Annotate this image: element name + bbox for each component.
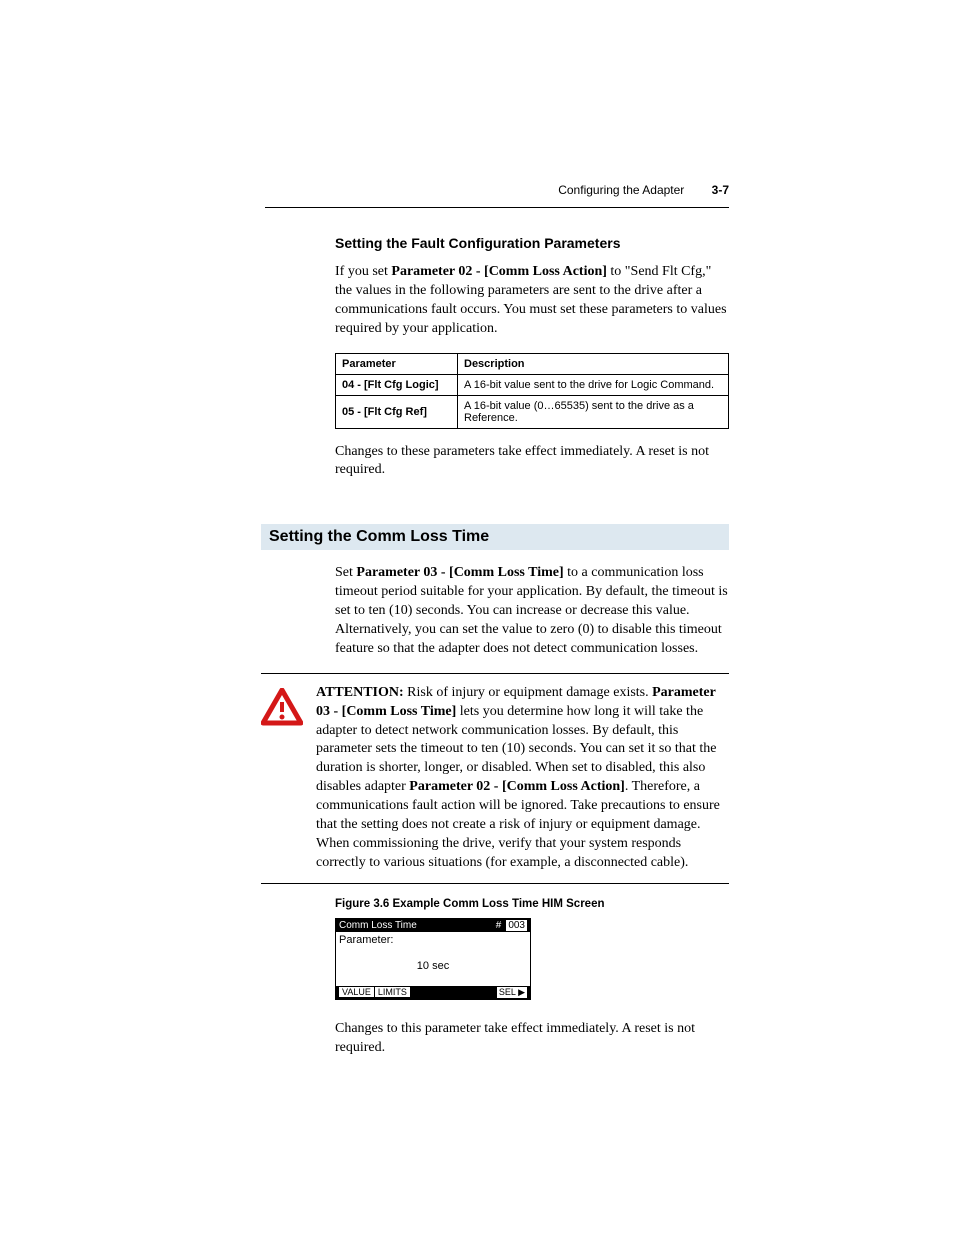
attention-block: ATTENTION: Risk of injury or equipment d… [261,673,729,884]
him-title-bar: Comm Loss Time # 003 [336,919,530,932]
table-header-description: Description [458,353,729,374]
paragraph: Changes to this parameter take effect im… [335,1020,729,1058]
warning-icon [261,684,316,873]
page-number: 3-7 [712,183,729,197]
subsection-heading-fault-cfg: Setting the Fault Configuration Paramete… [335,235,729,251]
him-softkey-value: VALUE [339,987,374,997]
parameter-table: Parameter Description 04 - [Flt Cfg Logi… [335,353,729,429]
him-value: 10 sec [336,948,530,986]
table-cell-param: 04 - [Flt Cfg Logic] [336,374,458,395]
paragraph: Set Parameter 03 - [Comm Loss Time] to a… [335,564,729,658]
him-softkey-sel: SEL ▶ [497,987,527,998]
section-heading-comm-loss: Setting the Comm Loss Time [261,524,729,550]
table-cell-desc: A 16-bit value sent to the drive for Log… [458,374,729,395]
him-title: Comm Loss Time [339,920,417,931]
figure-caption: Figure 3.6 Example Comm Loss Time HIM Sc… [335,898,729,910]
page-header: Configuring the Adapter 3-7 [558,183,729,197]
him-softkey-bar: VALUE LIMITS SEL ▶ [336,986,530,999]
table-cell-desc: A 16-bit value (0…65535) sent to the dri… [458,395,729,428]
table-cell-param: 05 - [Flt Cfg Ref] [336,395,458,428]
him-parameter-label: Parameter: [339,934,393,946]
him-row: Parameter: [336,932,530,948]
him-screen: Comm Loss Time # 003 Parameter: 10 sec V… [335,918,531,1000]
him-param-number: 003 [506,920,527,931]
attention-text: ATTENTION: Risk of injury or equipment d… [316,684,729,873]
table-row: 05 - [Flt Cfg Ref] A 16-bit value (0…655… [336,395,729,428]
table-header-parameter: Parameter [336,353,458,374]
header-rule [265,207,729,208]
him-softkey-limits: LIMITS [375,987,410,997]
paragraph: Changes to these parameters take effect … [335,443,729,481]
header-title: Configuring the Adapter [558,183,684,197]
table-row: 04 - [Flt Cfg Logic] A 16-bit value sent… [336,374,729,395]
paragraph: If you set Parameter 02 - [Comm Loss Act… [335,263,729,339]
him-hash: # [493,920,505,931]
